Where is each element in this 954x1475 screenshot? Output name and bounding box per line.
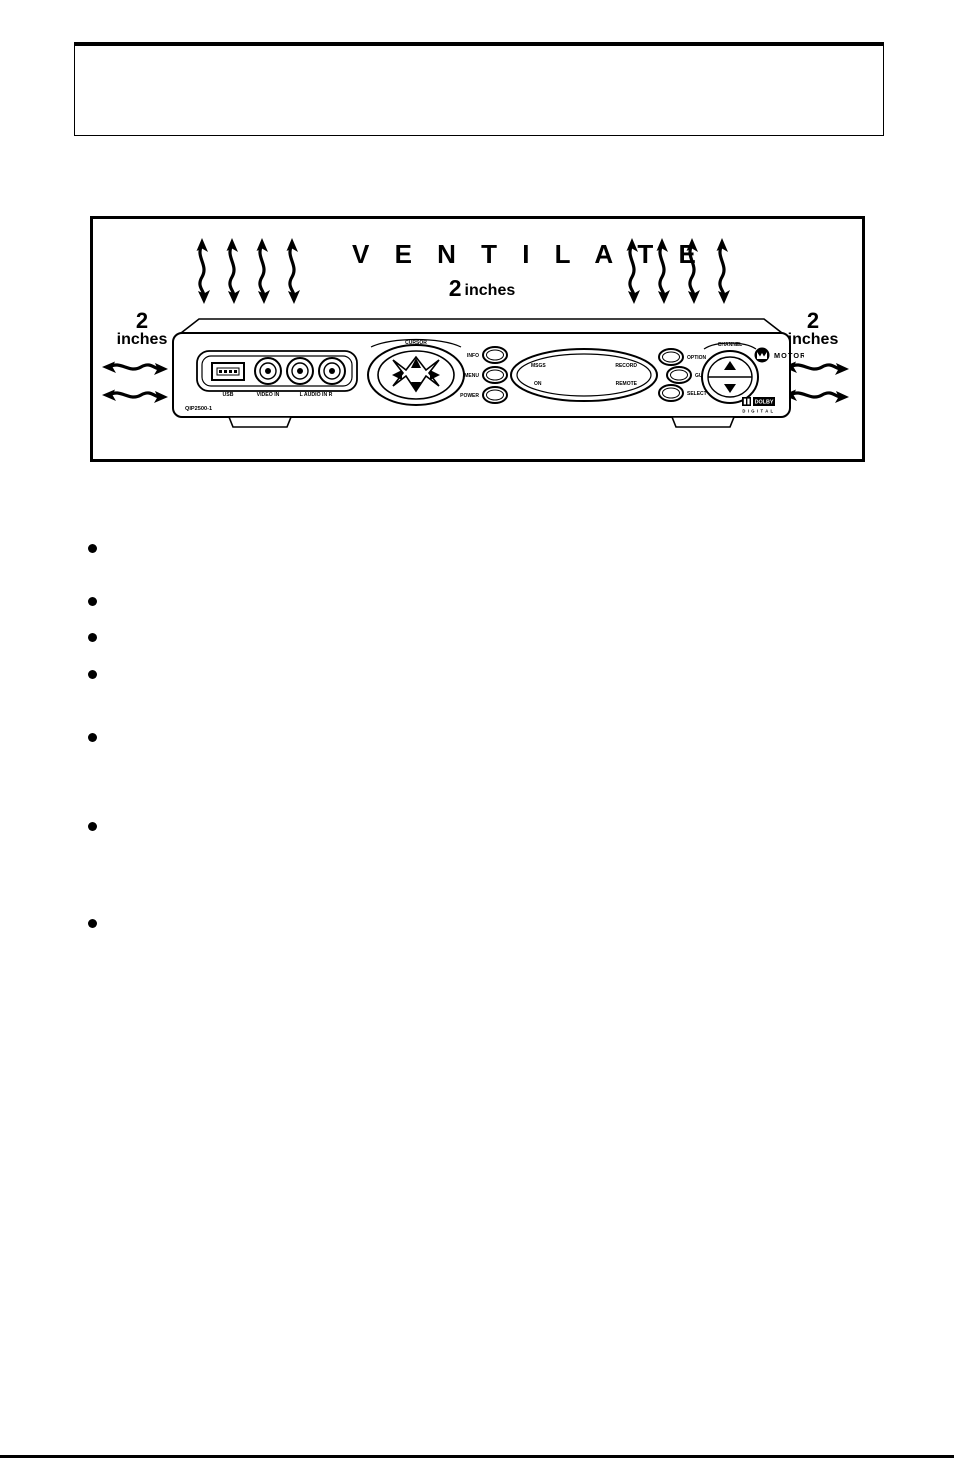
usb-port-icon: [211, 362, 245, 381]
list-item-text: [110, 818, 874, 819]
list-item-text: [110, 540, 874, 541]
wavy-arrow-set-icon: [624, 236, 732, 306]
indicator-on-label: ON: [534, 381, 542, 387]
indicator-msgs-label: MSGS: [531, 363, 546, 369]
list-item: [74, 818, 874, 831]
bullet-marker: [88, 544, 97, 553]
top-clearance-number: 2: [448, 275, 462, 301]
ventilate-heading: V E N T I L A T E: [352, 239, 705, 269]
channel-label: CHANNEL: [718, 342, 742, 348]
power-button[interactable]: [482, 386, 508, 404]
top-clearance-label: 2 inches: [352, 275, 612, 302]
option-button[interactable]: [658, 348, 684, 366]
list-item-text: [110, 629, 874, 630]
dolby-digital-logo: DOLBY D I G I T A L: [742, 397, 775, 414]
bullet-marker: [88, 733, 97, 742]
indicator-record-label: RECORD: [615, 363, 637, 369]
rca-video-jack-icon: [254, 357, 282, 385]
info-button-label: INFO: [467, 353, 479, 359]
option-button-label: OPTION: [687, 355, 707, 361]
front-jack-bay: USB VIDEO IN L AUDIO IN R: [196, 350, 358, 398]
list-item: [74, 915, 874, 928]
list-item: [74, 629, 874, 642]
list-item-text: [110, 915, 874, 916]
bullet-marker: [88, 597, 97, 606]
list-item: [74, 593, 874, 606]
ventilation-figure: V E N T I L A T E 2 inches 2 inches 2 inc…: [90, 216, 865, 462]
foot-right-icon: [670, 416, 736, 428]
menu-button[interactable]: [482, 366, 508, 384]
bullet-marker: [88, 822, 97, 831]
jack-label-video-in: VIDEO IN: [257, 392, 280, 398]
set-top-box-illustration: USB VIDEO IN L AUDIO IN R QIP2500-1 CURS…: [172, 318, 804, 428]
list-item: [74, 729, 874, 742]
menu-button-label: MENU: [464, 373, 479, 379]
airflow-arrows-top-right: [623, 235, 773, 312]
list-item: [74, 540, 874, 553]
brand-name-label: MOTOROLA: [774, 351, 804, 360]
list-item-text: [110, 593, 874, 594]
left-button-cluster: INFO MENU POWER: [460, 346, 508, 404]
jack-label-audio-in: L AUDIO IN R: [300, 392, 333, 398]
page-bottom-rule: [0, 1455, 954, 1458]
bullet-marker: [88, 919, 97, 928]
guidelines-bullet-list: [74, 540, 874, 928]
list-item-text: [110, 729, 874, 730]
airflow-arrows-top-left: [193, 235, 343, 312]
indicator-remote-label: REMOTE: [616, 381, 638, 387]
bullet-marker: [88, 633, 97, 642]
guide-button[interactable]: [666, 366, 692, 384]
select-button-label: SELECT: [687, 391, 707, 397]
jack-label-usb: USB: [223, 392, 234, 398]
wavy-arrow-set-icon: [194, 236, 302, 306]
top-clearance-unit: inches: [464, 282, 516, 299]
list-item: [74, 666, 874, 679]
foot-left-icon: [227, 416, 293, 428]
warning-callout-text: [75, 46, 883, 66]
rca-audio-right-jack-icon: [318, 357, 346, 385]
bullet-marker: [88, 670, 97, 679]
model-number-label: QIP2500-1: [185, 406, 212, 412]
power-button-label: POWER: [460, 393, 479, 399]
info-button[interactable]: [482, 346, 508, 364]
rca-audio-left-jack-icon: [286, 357, 314, 385]
dolby-wordmark: DOLBY: [755, 400, 774, 406]
digital-wordmark: D I G I T A L: [742, 409, 773, 414]
list-item-text: [110, 666, 874, 667]
warning-callout-box: [74, 42, 884, 136]
select-button[interactable]: [658, 384, 684, 402]
front-panel-display: MSGS ON RECORD REMOTE: [510, 348, 658, 402]
